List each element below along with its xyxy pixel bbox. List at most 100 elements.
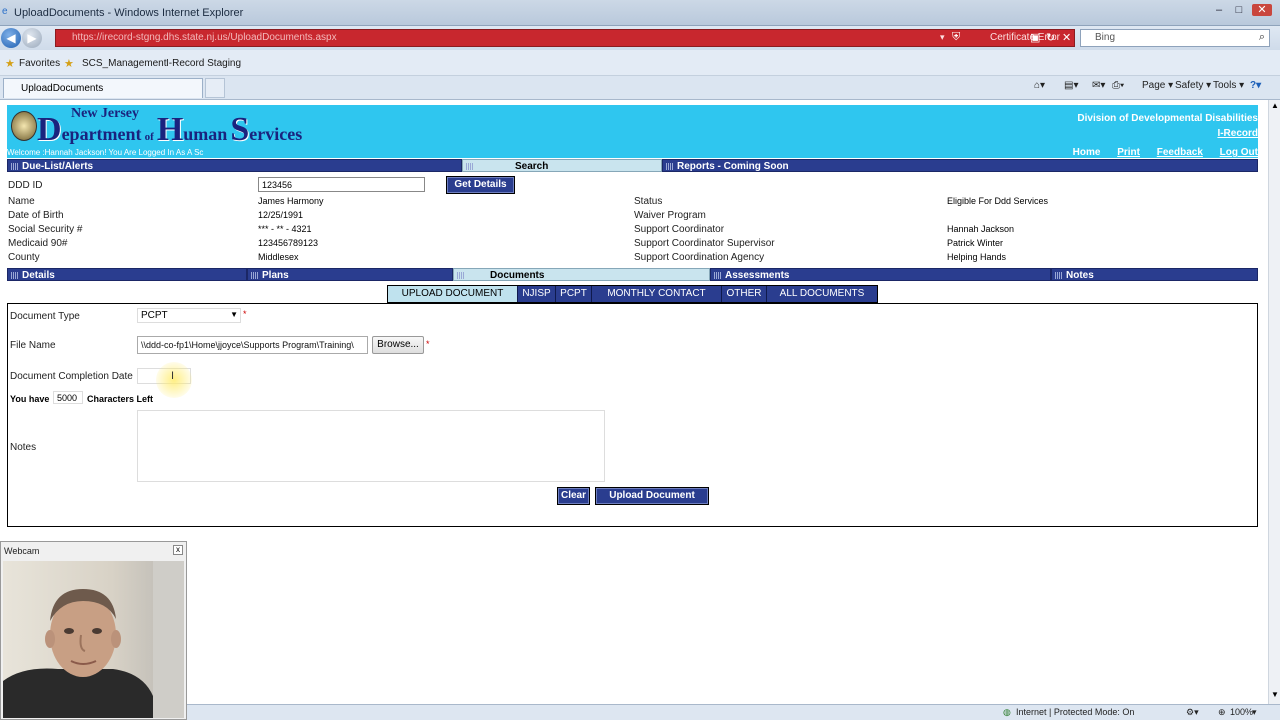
person-image [3, 561, 184, 718]
logo-d: D [37, 111, 62, 148]
logo-epartment: epartment [61, 124, 142, 144]
home-icon[interactable]: ⌂▾ [1034, 80, 1045, 91]
tab-upload-document[interactable]: UPLOAD DOCUMENT [388, 286, 518, 302]
tab-plans-label: Plans [262, 270, 289, 281]
print-icon[interactable]: ⎙▾ [1112, 80, 1124, 91]
refresh-icon[interactable]: ↻ [1046, 31, 1055, 44]
search-box[interactable]: Bing ⌕ [1080, 29, 1270, 47]
logout-link[interactable]: Log Out [1220, 147, 1258, 158]
coordinator-value: Hannah Jackson [947, 224, 1015, 234]
nav-search[interactable]: Search [462, 159, 662, 172]
county-label: County [8, 252, 40, 263]
zoom-level[interactable]: 100% [1230, 707, 1253, 717]
vertical-scrollbar[interactable]: ▲ ▼ [1268, 100, 1280, 704]
tab-details[interactable]: Details [7, 268, 247, 281]
agency-label: Support Coordination Agency [634, 252, 765, 263]
favorites-button[interactable]: Favorites [19, 58, 60, 69]
chars-remaining-counter [53, 391, 83, 404]
close-icon[interactable]: ✕ [1252, 4, 1272, 16]
tab-title: UploadDocuments [21, 83, 104, 94]
protected-mode-icon[interactable]: ⚙▾ [1186, 707, 1199, 718]
tab-all-documents[interactable]: ALL DOCUMENTS [767, 286, 877, 302]
file-name-label: File Name [10, 340, 56, 351]
globe-icon: ◍ [1003, 707, 1011, 717]
home-link[interactable]: Home [1073, 147, 1101, 158]
back-icon[interactable]: ◀ [1, 28, 21, 48]
nav-reports[interactable]: Reports - Coming Soon [662, 159, 1258, 172]
help-icon[interactable]: ?▾ [1250, 80, 1261, 91]
document-type-value: PCPT [141, 310, 168, 321]
upload-document-button[interactable]: Upload Document [595, 487, 709, 505]
webcam-video [3, 561, 184, 718]
document-type-select[interactable]: PCPT ▼ [137, 308, 241, 323]
feedback-link[interactable]: Feedback [1157, 147, 1203, 158]
tab-notes-label: Notes [1066, 270, 1094, 281]
required-marker: * [426, 339, 430, 349]
tab-assessments[interactable]: Assessments [710, 268, 1051, 281]
status-label: Status [634, 196, 663, 207]
file-name-value: \\ddd-co-fp1\Home\jjoyce\Supports Progra… [141, 340, 354, 350]
document-type-label: Document Type [10, 311, 80, 322]
logo-s: S [230, 111, 250, 148]
coordinator-label: Support Coordinator [634, 224, 725, 235]
tab-monthly-contact[interactable]: MONTHLY CONTACT [592, 286, 722, 302]
new-tab-button[interactable] [205, 78, 225, 98]
browser-tab[interactable]: UploadDocuments [3, 78, 203, 98]
nav-reports-label: Reports - Coming Soon [677, 161, 789, 172]
close-icon[interactable]: x [173, 545, 183, 555]
waiver-label: Waiver Program [634, 210, 706, 221]
tab-documents[interactable]: Documents [453, 268, 710, 281]
logo-uman: uman [183, 124, 228, 144]
ddd-id-input[interactable] [258, 177, 425, 192]
fav-link-irecord[interactable]: I-Record Staging [166, 58, 241, 69]
safety-menu[interactable]: Safety ▾ [1175, 80, 1211, 91]
tab-documents-label: Documents [490, 270, 545, 281]
status-value: Eligible For Ddd Services [947, 196, 1049, 206]
webcam-window[interactable]: Webcam x [0, 541, 187, 720]
zoom-dropdown-icon[interactable]: ▾ [1252, 707, 1257, 718]
feeds-icon[interactable]: ▤▾ [1064, 80, 1078, 91]
required-marker: * [243, 309, 247, 319]
minimize-icon[interactable]: – [1212, 4, 1226, 16]
page-menu[interactable]: Page ▾ [1142, 80, 1173, 91]
maximize-icon[interactable]: □ [1232, 4, 1246, 16]
upload-form-panel: Document Type PCPT ▼ * File Name \\ddd-c… [7, 303, 1258, 527]
address-bar[interactable]: https://irecord-stgng.dhs.state.nj.us/Up… [55, 29, 1075, 47]
notes-textarea[interactable] [137, 410, 605, 482]
forward-icon[interactable]: ▶ [22, 28, 42, 48]
compat-view-icon[interactable]: ▣ [1030, 31, 1040, 44]
scroll-up-icon[interactable]: ▲ [1271, 101, 1279, 110]
tab-plans[interactable]: Plans [247, 268, 453, 281]
browse-button[interactable]: Browse... [372, 336, 424, 354]
chars-left-label: Characters Left [87, 394, 154, 404]
tools-menu[interactable]: Tools ▾ [1213, 80, 1244, 91]
welcome-message: Welcome :Hannah Jackson! You Are Logged … [7, 148, 204, 157]
tools-menu-label: Tools [1213, 80, 1237, 91]
notes-label: Notes [10, 442, 37, 453]
nav-due-list[interactable]: Due-List/Alerts [7, 159, 462, 172]
agency-value: Helping Hands [947, 252, 1007, 262]
dhs-logo: Department of Human Services [37, 111, 302, 149]
dropdown-arrow-icon[interactable]: ▾ [940, 32, 945, 43]
file-name-input[interactable]: \\ddd-co-fp1\Home\jjoyce\Supports Progra… [137, 336, 368, 354]
get-details-button[interactable]: Get Details [446, 176, 515, 194]
add-favorite-icon[interactable]: ★ [64, 57, 74, 70]
nav-search-label: Search [515, 161, 549, 172]
app-name-link[interactable]: I-Record [1217, 128, 1258, 139]
url-text: https://irecord-stgng.dhs.state.nj.us/Up… [72, 32, 337, 43]
fav-link-scs[interactable]: SCS_Management [82, 58, 167, 69]
tab-pcpt[interactable]: PCPT [556, 286, 592, 302]
scroll-down-icon[interactable]: ▼ [1271, 690, 1279, 699]
tab-notes[interactable]: Notes [1051, 268, 1258, 281]
favorites-bar: ★ Favorites ★ SCS_Management I-Record St… [0, 50, 1280, 76]
division-name: Division of Developmental Disabilities [1077, 113, 1258, 124]
stop-icon[interactable]: ✕ [1062, 31, 1071, 44]
grip-icon [714, 271, 721, 279]
grip-icon [11, 271, 18, 279]
search-icon[interactable]: ⌕ [1259, 31, 1265, 44]
tab-njisp[interactable]: NJISP [518, 286, 556, 302]
print-link[interactable]: Print [1117, 147, 1140, 158]
tab-other[interactable]: OTHER [722, 286, 767, 302]
clear-button[interactable]: Clear [557, 487, 590, 505]
mail-icon[interactable]: ✉▾ [1092, 80, 1105, 91]
